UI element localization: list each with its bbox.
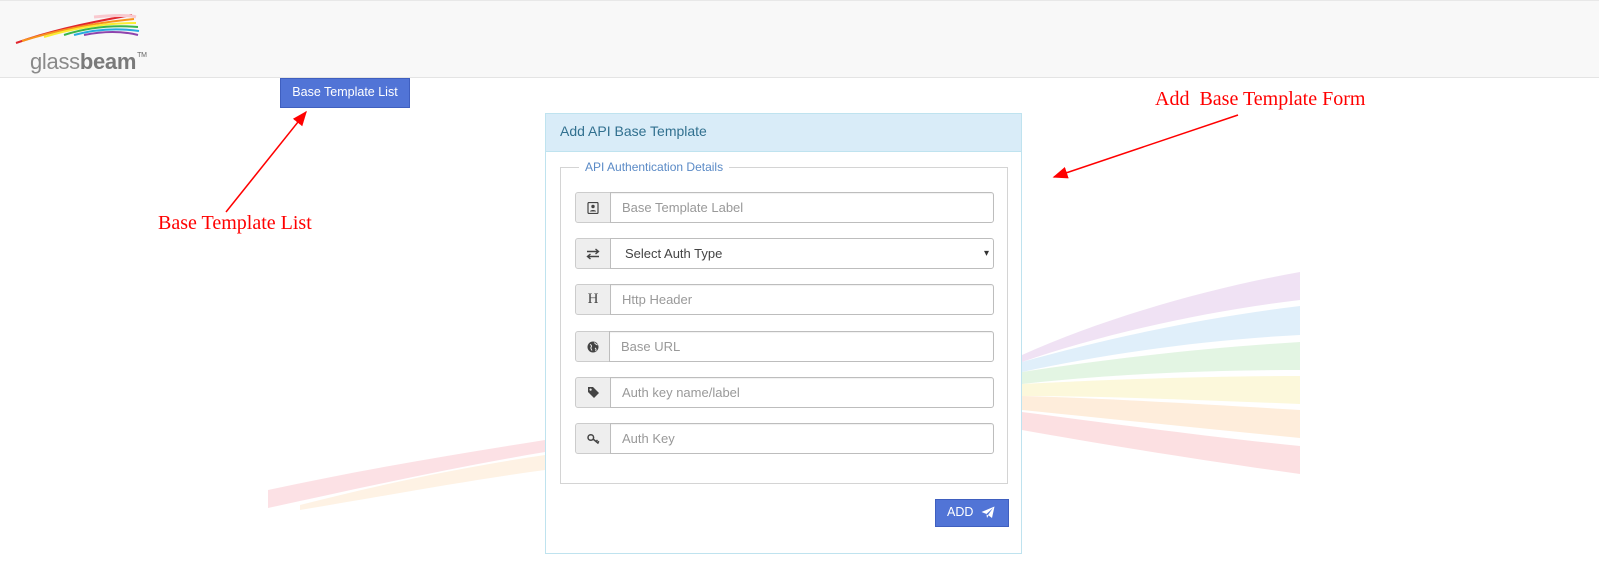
chevron-down-icon: ▾ bbox=[983, 248, 989, 259]
app-header: glassbeamTM bbox=[0, 0, 1599, 78]
auth-key-name-group bbox=[575, 377, 994, 408]
address-card-icon bbox=[575, 192, 611, 223]
auth-key-name-input[interactable] bbox=[610, 377, 994, 408]
fieldset-legend: API Authentication Details bbox=[579, 160, 730, 174]
panel-title: Add API Base Template bbox=[546, 114, 1021, 152]
add-button-label: ADD bbox=[947, 505, 974, 519]
exchange-arrows-icon bbox=[575, 238, 611, 269]
base-url-input[interactable] bbox=[609, 331, 994, 362]
logo-wordmark: glassbeamTM bbox=[30, 49, 147, 75]
logo-swoosh-icon bbox=[15, 14, 140, 44]
add-button[interactable]: ADD bbox=[935, 499, 1009, 527]
paper-plane-icon bbox=[981, 506, 995, 518]
logo-text-bold: beam bbox=[79, 49, 137, 74]
base-url-group bbox=[575, 331, 994, 362]
tag-icon bbox=[575, 377, 611, 408]
base-template-label-input[interactable] bbox=[610, 192, 994, 223]
http-header-input[interactable] bbox=[610, 284, 994, 315]
api-auth-fieldset: API Authentication Details Select Auth T… bbox=[560, 160, 1008, 484]
header-h-icon: H bbox=[575, 284, 611, 315]
base-template-label-group bbox=[575, 192, 994, 223]
logo-text-regular: glass bbox=[30, 49, 80, 74]
logo-trademark: TM bbox=[137, 52, 147, 59]
auth-key-input[interactable] bbox=[610, 423, 994, 454]
glassbeam-logo[interactable]: glassbeamTM bbox=[14, 13, 147, 74]
auth-key-group bbox=[575, 423, 994, 454]
http-header-group: H bbox=[575, 284, 994, 315]
add-base-template-panel: Add API Base Template API Authentication… bbox=[545, 113, 1022, 554]
auth-type-group: Select Auth Type ▾ bbox=[575, 238, 994, 269]
auth-type-selected-value: Select Auth Type bbox=[625, 246, 723, 261]
annotation-add-form: Add Base Template Form bbox=[1155, 88, 1366, 110]
key-icon bbox=[575, 423, 611, 454]
globe-icon bbox=[575, 331, 610, 362]
base-template-list-button[interactable]: Base Template List bbox=[280, 78, 410, 108]
auth-type-select[interactable]: Select Auth Type ▾ bbox=[610, 238, 994, 269]
annotation-base-template-list: Base Template List bbox=[158, 212, 312, 234]
